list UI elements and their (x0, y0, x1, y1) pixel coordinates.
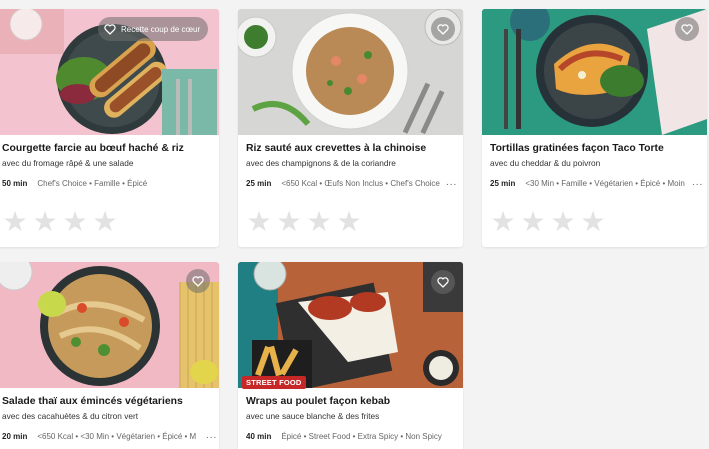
star-icon[interactable]: ★ (246, 208, 272, 236)
prep-time: 40 min (246, 432, 272, 441)
star-icon[interactable]: ★ (336, 208, 362, 236)
star-icon[interactable]: ★ (32, 208, 58, 236)
recipe-title[interactable]: Riz sauté aux crevettes à la chinoise (246, 143, 426, 154)
prep-time: 20 min (2, 432, 28, 441)
recipe-tags: <650 Kcal • Œufs Non Inclus • Chef's Cho… (281, 179, 440, 188)
street-food-badge: STREET FOOD (242, 376, 306, 389)
heart-outline-icon (104, 23, 116, 35)
recipe-meta: 20 min <650 Kcal • <30 Min • Végétarien … (2, 430, 216, 441)
more-tags-ellipsis[interactable]: ... (692, 177, 703, 188)
recipe-tags: Épicé • Street Food • Extra Spicy • Non … (281, 432, 442, 441)
heart-outline-icon (192, 275, 204, 287)
recipe-card[interactable]: STREET FOOD Wraps au poulet façon kebab … (238, 262, 463, 449)
favorite-button[interactable] (431, 270, 455, 294)
recipe-meta: 50 min Chef's Choice • Famille • Épicé (2, 179, 147, 188)
star-icon[interactable]: ★ (306, 208, 332, 236)
recipe-card[interactable]: Recette coup de cœur Courgette farcie au… (0, 9, 219, 247)
recipe-subtitle: avec des champignons & de la coriandre (246, 158, 396, 168)
heart-outline-icon (437, 276, 449, 288)
rating-stars[interactable]: ★ ★ ★ ★ (490, 208, 606, 236)
favorite-recipe-button[interactable]: Recette coup de cœur (98, 17, 209, 41)
prep-time: 25 min (490, 179, 516, 188)
recipe-tags: Chef's Choice • Famille • Épicé (37, 179, 148, 188)
star-icon[interactable]: ★ (92, 208, 118, 236)
star-icon[interactable]: ★ (580, 208, 606, 236)
more-tags-ellipsis[interactable]: ... (446, 177, 457, 188)
recipe-image[interactable] (482, 9, 707, 135)
recipe-meta: 40 min Épicé • Street Food • Extra Spicy… (246, 432, 442, 441)
rating-stars[interactable]: ★ ★ ★ ★ (246, 208, 362, 236)
recipe-card[interactable]: Salade thaï aux émincés végétariens avec… (0, 262, 219, 449)
recipe-subtitle: avec des cacahuètes & du citron vert (2, 411, 139, 421)
prep-time: 50 min (2, 179, 28, 188)
recipe-card[interactable]: Tortillas gratinées façon Taco Torte ave… (482, 9, 707, 247)
recipe-tags: <30 Min • Famille • Végétarien • Épicé •… (525, 179, 685, 188)
more-tags-ellipsis[interactable]: ... (206, 430, 217, 441)
recipe-title[interactable]: Salade thaï aux émincés végétariens (2, 396, 183, 407)
heart-outline-icon (681, 23, 693, 35)
rating-stars[interactable]: ★ ★ ★ ★ (2, 208, 118, 236)
recipe-title[interactable]: Wraps au poulet façon kebab (246, 396, 390, 407)
star-icon[interactable]: ★ (490, 208, 516, 236)
heart-outline-icon (437, 23, 449, 35)
star-icon[interactable]: ★ (550, 208, 576, 236)
star-icon[interactable]: ★ (62, 208, 88, 236)
prep-time: 25 min (246, 179, 272, 188)
recipe-meta: 25 min <650 Kcal • Œufs Non Inclus • Che… (246, 177, 456, 188)
recipe-meta: 25 min <30 Min • Famille • Végétarien • … (490, 177, 702, 188)
recipe-subtitle: avec une sauce blanche & des frites (246, 411, 380, 421)
favorite-label: Recette coup de cœur (121, 24, 201, 34)
favorite-button[interactable] (186, 269, 210, 293)
recipe-title[interactable]: Courgette farcie au bœuf haché & riz (2, 143, 184, 154)
recipe-subtitle: avec du cheddar & du poivron (490, 158, 601, 168)
star-icon[interactable]: ★ (276, 208, 302, 236)
recipe-image[interactable] (238, 9, 463, 135)
recipe-tags: <650 Kcal • <30 Min • Végétarien • Épicé… (37, 432, 197, 441)
recipe-card[interactable]: Riz sauté aux crevettes à la chinoise av… (238, 9, 463, 247)
recipe-image[interactable] (238, 262, 463, 388)
recipe-subtitle: avec du fromage râpé & une salade (2, 158, 134, 168)
recipe-title[interactable]: Tortillas gratinées façon Taco Torte (490, 143, 664, 154)
favorite-button[interactable] (431, 17, 455, 41)
favorite-button[interactable] (675, 17, 699, 41)
star-icon[interactable]: ★ (520, 208, 546, 236)
star-icon[interactable]: ★ (2, 208, 28, 236)
